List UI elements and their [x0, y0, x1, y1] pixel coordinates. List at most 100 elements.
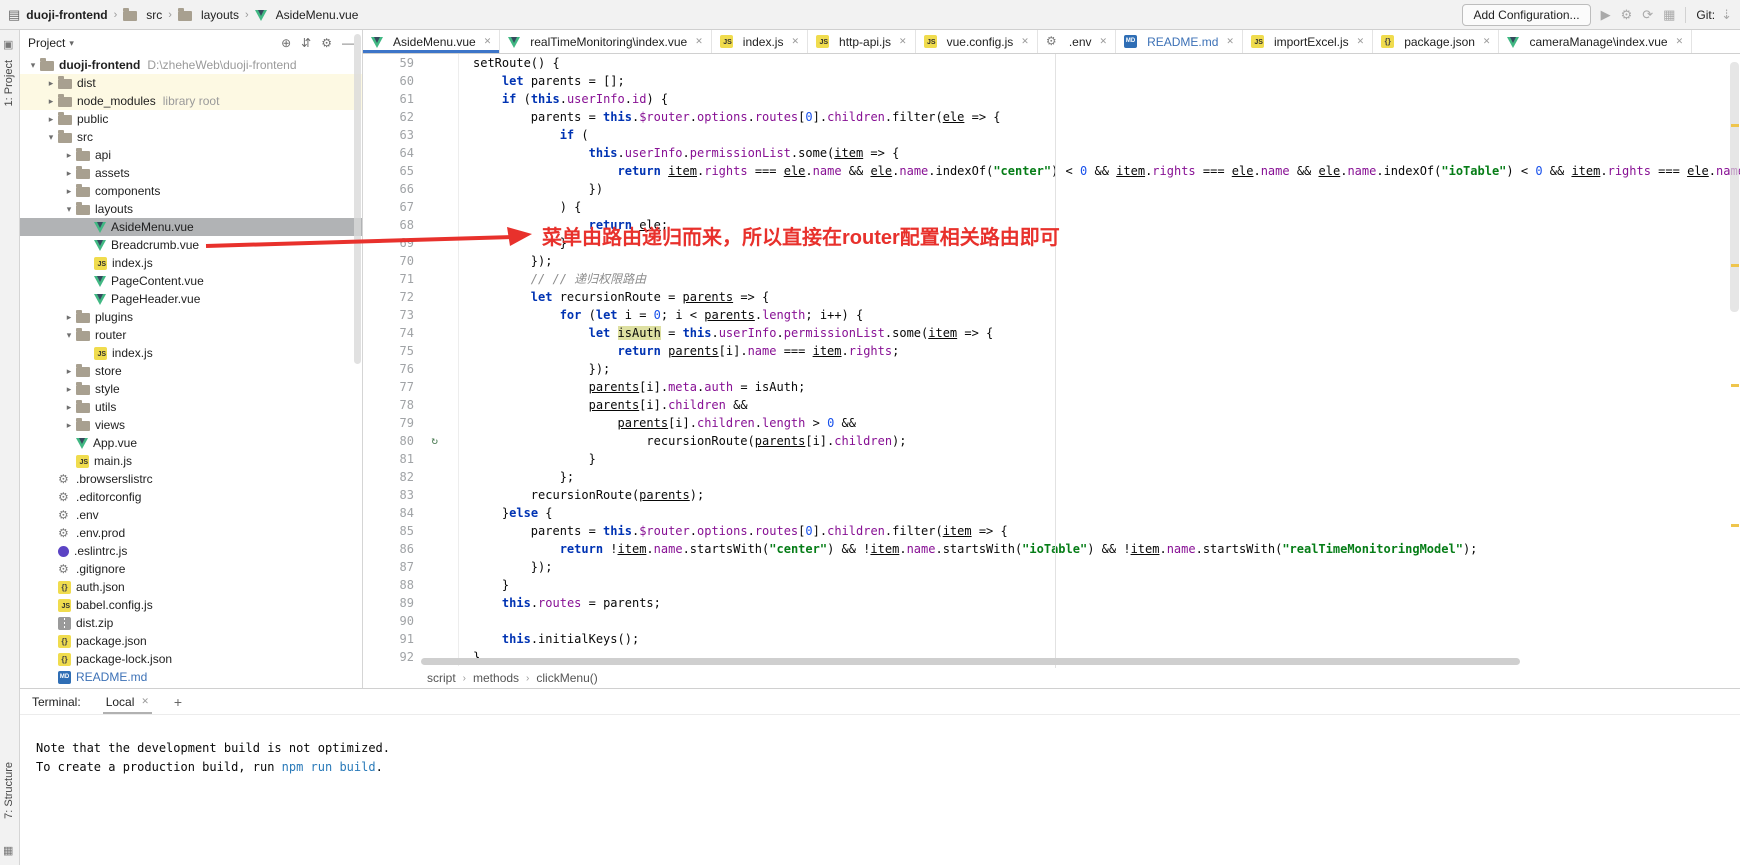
- tree-row[interactable]: ▸store: [20, 362, 362, 380]
- tree-row[interactable]: ▸views: [20, 416, 362, 434]
- chevron-closed-icon[interactable]: ▸: [62, 366, 76, 377]
- editor-tab[interactable]: index.js✕: [712, 30, 808, 53]
- breadcrumb-item[interactable]: script: [427, 671, 456, 685]
- breadcrumb-item[interactable]: clickMenu(): [536, 671, 597, 685]
- tree-row[interactable]: ▸utils: [20, 398, 362, 416]
- editor-tab[interactable]: vue.config.js✕: [916, 30, 1038, 53]
- code-line[interactable]: 75 return parents[i].name === item.right…: [363, 342, 1740, 360]
- code-line[interactable]: 73 for (let i = 0; i < parents.length; i…: [363, 306, 1740, 324]
- run-icon[interactable]: ▶: [1601, 7, 1611, 23]
- tree-row[interactable]: .eslintrc.js: [20, 542, 362, 560]
- tree-row[interactable]: dist.zip: [20, 614, 362, 632]
- code-line[interactable]: 82 };: [363, 468, 1740, 486]
- code-line[interactable]: 78 parents[i].children &&: [363, 396, 1740, 414]
- tree-row[interactable]: .editorconfig: [20, 488, 362, 506]
- editor-tab[interactable]: .env✕: [1038, 30, 1116, 53]
- add-configuration-button[interactable]: Add Configuration...: [1462, 4, 1590, 26]
- editor-tab[interactable]: realTimeMonitoring\index.vue✕: [500, 30, 712, 53]
- tree-row[interactable]: main.js: [20, 452, 362, 470]
- grid-icon[interactable]: ▦: [1663, 7, 1675, 23]
- code-line[interactable]: 59setRoute() {: [363, 54, 1740, 72]
- code-line[interactable]: 84 }else {: [363, 504, 1740, 522]
- code-line[interactable]: 70 });: [363, 252, 1740, 270]
- chevron-closed-icon[interactable]: ▸: [62, 168, 76, 179]
- code-line[interactable]: 79 parents[i].children.length > 0 &&: [363, 414, 1740, 432]
- editor-tab[interactable]: cameraManage\index.vue✕: [1499, 30, 1692, 53]
- terminal-tab-local[interactable]: Local ✕: [103, 689, 152, 714]
- chevron-open-icon[interactable]: ▾: [62, 204, 76, 215]
- project-panel-title[interactable]: Project: [28, 36, 65, 50]
- toolwindow-structure-label[interactable]: 7: Structure: [3, 762, 15, 819]
- tree-row[interactable]: index.js: [20, 344, 362, 362]
- code-line[interactable]: 81 }: [363, 450, 1740, 468]
- breadcrumb-item[interactable]: methods: [473, 671, 519, 685]
- code-line[interactable]: 85 parents = this.$router.options.routes…: [363, 522, 1740, 540]
- code-line[interactable]: 89 this.routes = parents;: [363, 594, 1740, 612]
- tree-row[interactable]: ▾router: [20, 326, 362, 344]
- breadcrumb-item[interactable]: layouts: [178, 8, 239, 22]
- vertical-scrollbar[interactable]: [1730, 62, 1739, 312]
- code-line[interactable]: 69 }: [363, 234, 1740, 252]
- tab-close-icon[interactable]: ✕: [1226, 36, 1234, 47]
- tree-row[interactable]: auth.json: [20, 578, 362, 596]
- horizontal-scrollbar[interactable]: [421, 658, 1520, 665]
- close-icon[interactable]: ✕: [141, 696, 149, 707]
- tree-row[interactable]: Breadcrumb.vue: [20, 236, 362, 254]
- tree-row[interactable]: package.json: [20, 632, 362, 650]
- tree-row[interactable]: ▸style: [20, 380, 362, 398]
- code-line[interactable]: 77 parents[i].meta.auth = isAuth;: [363, 378, 1740, 396]
- chevron-closed-icon[interactable]: ▸: [44, 114, 58, 125]
- chevron-down-icon[interactable]: ▾: [69, 38, 74, 49]
- tab-close-icon[interactable]: ✕: [1021, 36, 1029, 47]
- new-terminal-icon[interactable]: +: [174, 694, 182, 710]
- breadcrumb-item[interactable]: AsideMenu.vue: [255, 8, 359, 22]
- code-line[interactable]: 68 return ele;: [363, 216, 1740, 234]
- tree-row[interactable]: AsideMenu.vue: [20, 218, 362, 236]
- code-line[interactable]: 87 });: [363, 558, 1740, 576]
- code-line[interactable]: 60 let parents = [];: [363, 72, 1740, 90]
- tree-row[interactable]: .browserslistrc: [20, 470, 362, 488]
- code-line[interactable]: 66 }): [363, 180, 1740, 198]
- chevron-closed-icon[interactable]: ▸: [62, 186, 76, 197]
- tree-row[interactable]: babel.config.js: [20, 596, 362, 614]
- recursive-call-icon[interactable]: ↻: [431, 432, 438, 450]
- settings-icon[interactable]: ⚙: [321, 36, 332, 50]
- vcs-update-icon[interactable]: ⇣: [1721, 7, 1732, 23]
- tree-row[interactable]: index.js: [20, 254, 362, 272]
- tree-row[interactable]: ▸api: [20, 146, 362, 164]
- code-line[interactable]: 62 parents = this.$router.options.routes…: [363, 108, 1740, 126]
- editor-tab[interactable]: AsideMenu.vue✕: [363, 30, 500, 53]
- editor-tab[interactable]: package.json✕: [1373, 30, 1499, 53]
- tab-close-icon[interactable]: ✕: [1357, 36, 1365, 47]
- tab-close-icon[interactable]: ✕: [1483, 36, 1491, 47]
- code-line[interactable]: 67 ) {: [363, 198, 1740, 216]
- chevron-open-icon[interactable]: ▾: [44, 132, 58, 143]
- tab-close-icon[interactable]: ✕: [899, 36, 907, 47]
- project-toolwindow-icon[interactable]: ▣: [3, 38, 13, 51]
- terminal-output[interactable]: Note that the development build is not o…: [20, 715, 1740, 865]
- tree-row[interactable]: ▸assets: [20, 164, 362, 182]
- chevron-closed-icon[interactable]: ▸: [44, 96, 58, 107]
- tab-close-icon[interactable]: ✕: [695, 36, 703, 47]
- tree-row[interactable]: .gitignore: [20, 560, 362, 578]
- warning-stripe-mark[interactable]: [1731, 124, 1739, 127]
- editor-tab[interactable]: importExcel.js✕: [1243, 30, 1373, 53]
- tree-row[interactable]: App.vue: [20, 434, 362, 452]
- tree-row[interactable]: ▸plugins: [20, 308, 362, 326]
- tree-row[interactable]: PageContent.vue: [20, 272, 362, 290]
- code-line[interactable]: 90: [363, 612, 1740, 630]
- chevron-open-icon[interactable]: ▾: [26, 60, 40, 71]
- chevron-closed-icon[interactable]: ▸: [62, 420, 76, 431]
- code-line[interactable]: 76 });: [363, 360, 1740, 378]
- tree-row[interactable]: ▸node_moduleslibrary root: [20, 92, 362, 110]
- tab-close-icon[interactable]: ✕: [484, 36, 492, 47]
- warning-stripe-mark[interactable]: [1731, 524, 1739, 527]
- editor-tab[interactable]: README.md✕: [1116, 30, 1243, 53]
- tree-row[interactable]: ▾layouts: [20, 200, 362, 218]
- code-line[interactable]: 88 }: [363, 576, 1740, 594]
- code-line[interactable]: 86 return !item.name.startsWith("center"…: [363, 540, 1740, 558]
- chevron-closed-icon[interactable]: ▸: [62, 384, 76, 395]
- git-label[interactable]: Git:: [1696, 8, 1715, 22]
- code-line[interactable]: 72 let recursionRoute = parents => {: [363, 288, 1740, 306]
- project-tree-scrollbar[interactable]: [354, 34, 361, 364]
